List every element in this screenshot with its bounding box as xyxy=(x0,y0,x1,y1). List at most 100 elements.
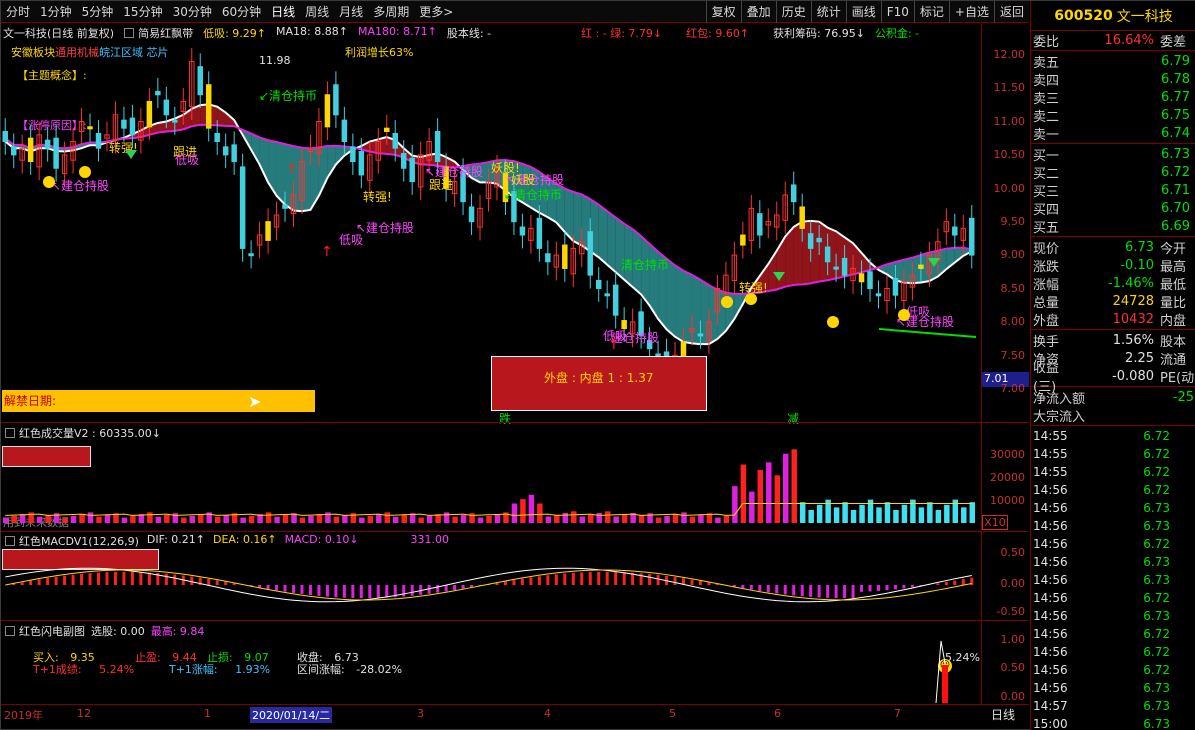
toolbar-button-2[interactable]: 历史 xyxy=(775,1,811,23)
volume-bar xyxy=(443,512,450,523)
date-label: 7 xyxy=(894,707,901,720)
toolbar-button-5[interactable]: F10 xyxy=(880,1,914,23)
tick-price: 6.72 xyxy=(1143,483,1170,497)
tick-time: 14:55 xyxy=(1033,465,1068,479)
quote-row: 卖五 6.79 xyxy=(1031,52,1195,71)
quote-row-value: 6.77 xyxy=(1161,89,1190,105)
quote-row-label: 买一 xyxy=(1033,148,1060,164)
volume-bar xyxy=(214,516,221,523)
toolbar-button-4[interactable]: 画线 xyxy=(845,1,881,23)
date-label: 3 xyxy=(417,707,424,720)
candle-body xyxy=(740,234,746,246)
volume-unit: X10 xyxy=(982,515,1008,530)
toolbar-button-0[interactable]: 复权 xyxy=(705,1,741,23)
mouse-cursor-icon: ➤ xyxy=(248,392,262,411)
tick-price: 6.72 xyxy=(1143,591,1170,605)
toolbar-button-6[interactable]: 标记 xyxy=(913,1,949,23)
candle-body xyxy=(807,233,814,249)
candle-body xyxy=(27,137,34,163)
quote-row-ext: 股本 xyxy=(1160,334,1187,350)
block-inflow-label: 大宗流入 xyxy=(1033,409,1086,425)
volume-bar xyxy=(672,514,679,523)
volume-bar xyxy=(655,517,662,523)
ribbon-segment xyxy=(607,211,616,273)
quote-row-label: 买四 xyxy=(1033,202,1060,218)
toolbar-button-3[interactable]: 统计 xyxy=(810,1,846,23)
annotation: 低吸 xyxy=(175,153,199,167)
period-tab-8[interactable]: 月线 xyxy=(334,1,368,23)
quote-row: 卖二 6.75 xyxy=(1031,106,1195,125)
axis-label: 0.00 xyxy=(1000,577,1026,590)
volume-bar xyxy=(223,514,229,523)
tick-time: 15:00 xyxy=(1033,717,1068,730)
volume-bar xyxy=(774,475,780,523)
quote-row-value: 6.73 xyxy=(1161,146,1190,162)
quote-row-label: 涨幅 xyxy=(1033,277,1060,293)
quote-row-value: 6.73 xyxy=(1125,239,1154,255)
main-kline-chart[interactable]: 文一科技(日线 前复权) 简易红飘带 低吸: 9.29↑ MA18: 8.88↑… xyxy=(1,24,981,426)
period-tab-10[interactable]: 更多> xyxy=(414,1,458,23)
axis-label: 1.00 xyxy=(1000,633,1026,646)
period-tab-3[interactable]: 15分钟 xyxy=(118,1,167,23)
candle-body xyxy=(952,226,958,236)
unlock-bar[interactable]: 解禁日期: ➤ xyxy=(2,390,315,412)
volume-bar xyxy=(426,515,433,523)
quote-row-label: 卖三 xyxy=(1033,91,1060,107)
quote-row-label: 总量 xyxy=(1033,295,1060,311)
period-tab-6[interactable]: 日线 xyxy=(266,1,300,23)
period-tab-7[interactable]: 周线 xyxy=(300,1,334,23)
period-tab-0[interactable]: 分时 xyxy=(1,1,35,23)
ribbon-segment xyxy=(903,257,913,284)
volume-bar xyxy=(876,507,882,523)
period-indicator[interactable]: 日线 xyxy=(991,706,1015,723)
candle-body xyxy=(239,166,246,249)
volume-bar xyxy=(783,453,789,523)
candle-body xyxy=(146,100,153,128)
ribbon-segment xyxy=(598,204,608,265)
tick-list[interactable]: 14:55 6.72 14:55 6.72 14:55 6.72 14:56 6.72 14:5… xyxy=(1031,427,1195,730)
ribbon-segment xyxy=(793,221,803,285)
toolbar-button-7[interactable]: +自选 xyxy=(948,1,994,23)
volume-bar xyxy=(240,517,246,523)
volume-bar xyxy=(333,516,340,523)
volume-panel[interactable]: 红色成交量V2 : 60335.00↓ 用到未来数据 xyxy=(1,423,981,531)
ratio-ext: 委差 xyxy=(1160,34,1187,50)
tick-time: 14:56 xyxy=(1033,519,1068,533)
period-tab-9[interactable]: 多周期 xyxy=(368,1,414,23)
period-tab-5[interactable]: 60分钟 xyxy=(217,1,266,23)
volume-bar xyxy=(121,517,128,523)
macd-panel[interactable]: 红色MACDV1(12,26,9) DIF: 0.21↑ DEA: 0.16↑ … xyxy=(1,532,981,620)
ribbon-segment xyxy=(912,255,921,284)
quote-row: 外盘 10432 内盘 xyxy=(1031,310,1195,329)
toolbar-button-8[interactable]: 返回 xyxy=(993,1,1029,23)
volume-bar xyxy=(901,504,908,523)
tick-time: 14:55 xyxy=(1033,429,1068,443)
volume-bar xyxy=(452,516,458,523)
quote-row-label: 买三 xyxy=(1033,184,1060,200)
tick-time: 14:56 xyxy=(1033,537,1068,551)
toolbar-button-1[interactable]: 叠加 xyxy=(740,1,776,23)
volume-bar xyxy=(308,515,314,523)
quote-row: 买一 6.73 xyxy=(1031,145,1195,164)
annotation: ↙清仓持币 xyxy=(259,88,317,103)
volume-bar xyxy=(11,515,17,523)
macd-svg xyxy=(5,567,974,603)
period-tab-1[interactable]: 1分钟 xyxy=(35,1,77,23)
volume-bar xyxy=(604,511,611,523)
volume-bar xyxy=(401,514,407,523)
tick-time: 14:55 xyxy=(1033,447,1068,461)
quote-row-value: 6.74 xyxy=(1161,125,1190,141)
tick-row: 14:55 6.72 xyxy=(1031,427,1195,445)
volume-bar xyxy=(70,515,77,523)
tick-time: 14:57 xyxy=(1033,699,1068,713)
volume-bar xyxy=(299,517,306,523)
quote-row: 换手 1.56% 股本 xyxy=(1031,331,1195,350)
period-tab-4[interactable]: 30分钟 xyxy=(168,1,217,23)
flash-panel[interactable]: 红色闪电副图 选股: 0.00 最高: 9.84 买入: 9.35 止盈: 9.… xyxy=(1,621,981,704)
volume-bar xyxy=(588,514,594,523)
axis-label: 0.00 xyxy=(1000,690,1026,703)
money-bag-icon xyxy=(721,296,733,308)
volume-bar xyxy=(19,514,26,523)
quote-row-value: 1.56% xyxy=(1112,332,1154,348)
period-tab-2[interactable]: 5分钟 xyxy=(77,1,119,23)
